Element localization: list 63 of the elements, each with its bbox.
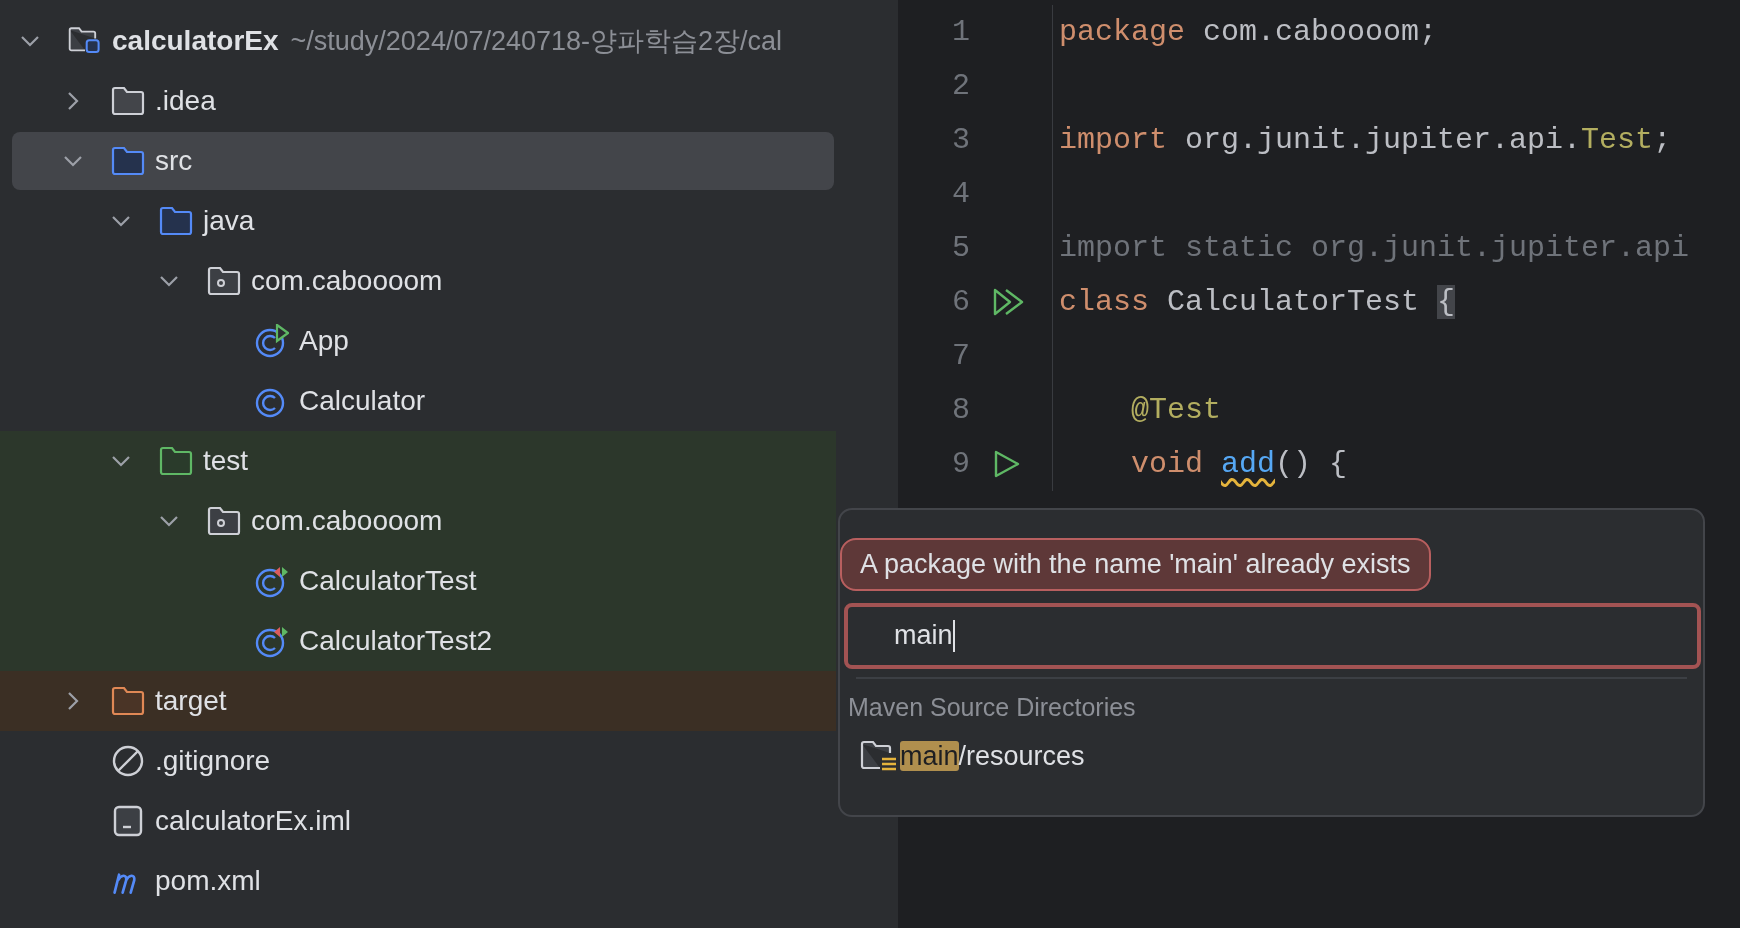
tree-item-label: pom.xml <box>155 865 261 897</box>
code-line: void add() { <box>1131 447 1348 481</box>
error-tooltip: A package with the name 'main' already exists <box>840 538 1431 591</box>
tree-item-label: target <box>155 685 227 717</box>
package-folder-icon <box>207 506 241 536</box>
tree-row[interactable]: calculatorEx.iml <box>0 791 836 851</box>
tree-row[interactable]: calculatorEx ~/study/2024/07/240718-양파학습2장/cal <box>0 11 836 71</box>
tree-item-label: test <box>203 445 249 477</box>
folder-icon <box>159 206 193 236</box>
folder-icon <box>159 446 193 476</box>
code-line: class CalculatorTest { <box>1059 285 1456 319</box>
tree-item-label: com.caboooom <box>251 265 443 297</box>
tree-item-label: .idea <box>155 85 216 117</box>
tree-row[interactable]: .idea <box>0 71 836 131</box>
line-number: 9 <box>951 447 970 481</box>
test-class-icon <box>255 564 289 598</box>
tree-item-label: CalculatorTest <box>299 565 477 597</box>
line-number: 6 <box>951 285 970 319</box>
tree-item-label: com.caboooom <box>251 505 443 537</box>
ignore-file-icon <box>111 744 145 778</box>
folder-icon <box>111 86 145 116</box>
tree-row[interactable]: Calculator <box>0 371 836 431</box>
project-path: ~/study/2024/07/240718-양파학습2장/cal <box>290 25 783 58</box>
line-number: 1 <box>951 15 970 49</box>
tree-item-label: Calculator <box>299 385 426 417</box>
module-file-icon <box>111 804 145 838</box>
tree-item-label: .gitignore <box>155 745 271 777</box>
line-number: 2 <box>951 69 970 103</box>
tree-item-label: CalculatorTest2 <box>299 625 492 657</box>
test-class-icon <box>255 624 289 658</box>
folder-icon <box>111 686 145 716</box>
tree-row[interactable]: com.caboooom <box>0 491 836 551</box>
tree-row[interactable]: com.caboooom <box>0 251 836 311</box>
tree-item-label: App <box>299 325 349 357</box>
section-header: Maven Source Directories <box>847 692 1137 722</box>
tree-item-label: calculatorEx <box>112 25 279 57</box>
runnable-class-icon <box>255 324 289 358</box>
code-line: @Test <box>1131 393 1221 427</box>
tree-item-label: src <box>155 145 193 177</box>
tree-row[interactable]: pom.xml <box>0 851 836 911</box>
folder-icon <box>111 146 145 176</box>
package-name-field[interactable]: main <box>844 603 1701 669</box>
run-all-icon[interactable] <box>992 287 1026 317</box>
tree-item-label: java <box>203 205 255 237</box>
tree-row[interactable]: App <box>0 311 836 371</box>
code-line: import static org.junit.jupiter.api <box>1059 231 1690 265</box>
tree-item-label: calculatorEx.iml <box>155 805 352 837</box>
resource-folder-icon <box>860 739 898 773</box>
tree-row[interactable]: .gitignore <box>0 731 836 791</box>
tree-row[interactable]: test <box>0 431 836 491</box>
tree-row[interactable]: CalculatorTest2 <box>0 611 836 671</box>
line-number: 7 <box>951 339 970 373</box>
line-number: 4 <box>951 177 970 211</box>
tree-row[interactable]: target <box>0 671 836 731</box>
package-folder-icon <box>207 266 241 296</box>
line-number: 3 <box>951 123 970 157</box>
line-number: 8 <box>951 393 970 427</box>
tree-row[interactable]: java <box>0 191 836 251</box>
code-line: package com.caboooom; <box>1059 15 1438 49</box>
code-line: import org.junit.jupiter.api.Test; <box>1059 123 1672 157</box>
run-icon[interactable] <box>992 449 1022 479</box>
tree-row[interactable]: CalculatorTest <box>0 551 836 611</box>
line-number: 5 <box>951 231 970 265</box>
